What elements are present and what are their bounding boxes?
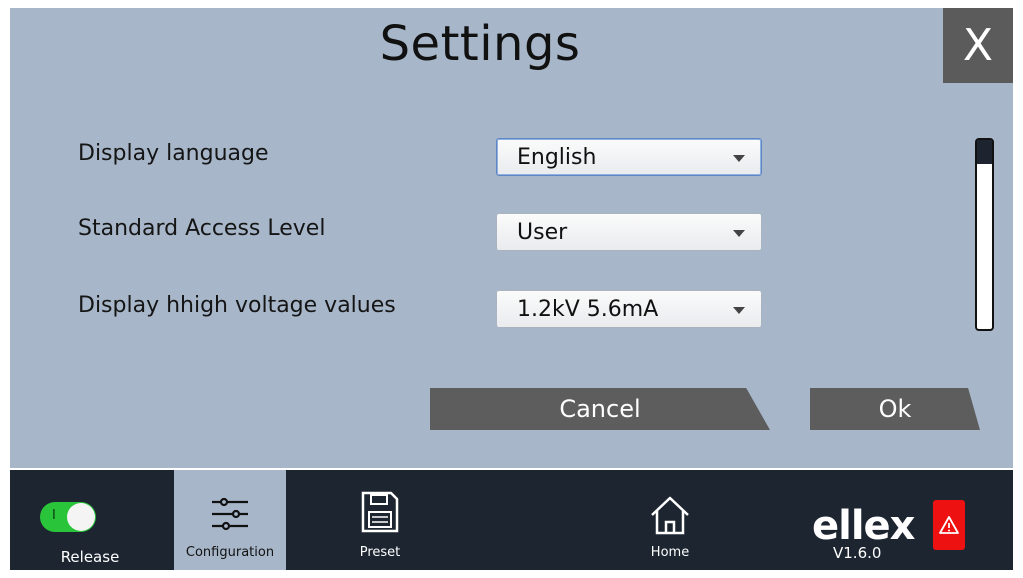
display-language-select[interactable]: English (496, 138, 762, 176)
cancel-button[interactable]: Cancel (430, 388, 770, 430)
toggle-on-indicator: I (52, 508, 56, 523)
scrollbar-thumb[interactable] (977, 140, 992, 164)
configuration-item[interactable]: Configuration (174, 470, 286, 570)
display-language-value: English (517, 145, 597, 170)
voltage-values-value: 1.2kV 5.6mA (517, 297, 659, 322)
release-toggle[interactable]: I (40, 502, 96, 532)
home-icon (651, 496, 689, 535)
warning-button[interactable] (933, 500, 965, 550)
scrollbar[interactable] (975, 138, 994, 331)
save-icon (361, 491, 399, 533)
settings-dialog: Settings X Display language English Stan… (10, 8, 1013, 468)
warning-icon (939, 516, 959, 534)
toggle-knob (67, 503, 95, 531)
version-label: V1.6.0 (833, 544, 882, 562)
home-item[interactable]: Home (620, 470, 720, 570)
display-language-label: Display language (78, 141, 269, 166)
chevron-down-icon (733, 155, 745, 162)
release-item[interactable]: I Release (10, 470, 170, 570)
ellex-logo: ellex (812, 503, 915, 549)
close-button[interactable]: X (943, 8, 1013, 83)
chevron-down-icon (733, 307, 745, 314)
chevron-down-icon (733, 230, 745, 237)
ok-button[interactable]: Ok (810, 388, 980, 430)
dialog-title: Settings (379, 16, 581, 72)
taskbar: I Release Configuration Preset Home elle… (10, 470, 1013, 570)
access-level-select[interactable]: User (496, 213, 762, 251)
access-level-label: Standard Access Level (78, 216, 326, 241)
voltage-values-label: Display hhigh voltage values (78, 293, 396, 318)
preset-label: Preset (359, 545, 401, 560)
release-label: Release (60, 548, 120, 566)
access-level-value: User (517, 220, 568, 245)
configuration-label: Configuration (185, 545, 275, 560)
preset-item[interactable]: Preset (330, 470, 430, 570)
home-label: Home (650, 545, 690, 560)
voltage-values-select[interactable]: 1.2kV 5.6mA (496, 290, 762, 328)
sliders-icon (212, 497, 248, 531)
